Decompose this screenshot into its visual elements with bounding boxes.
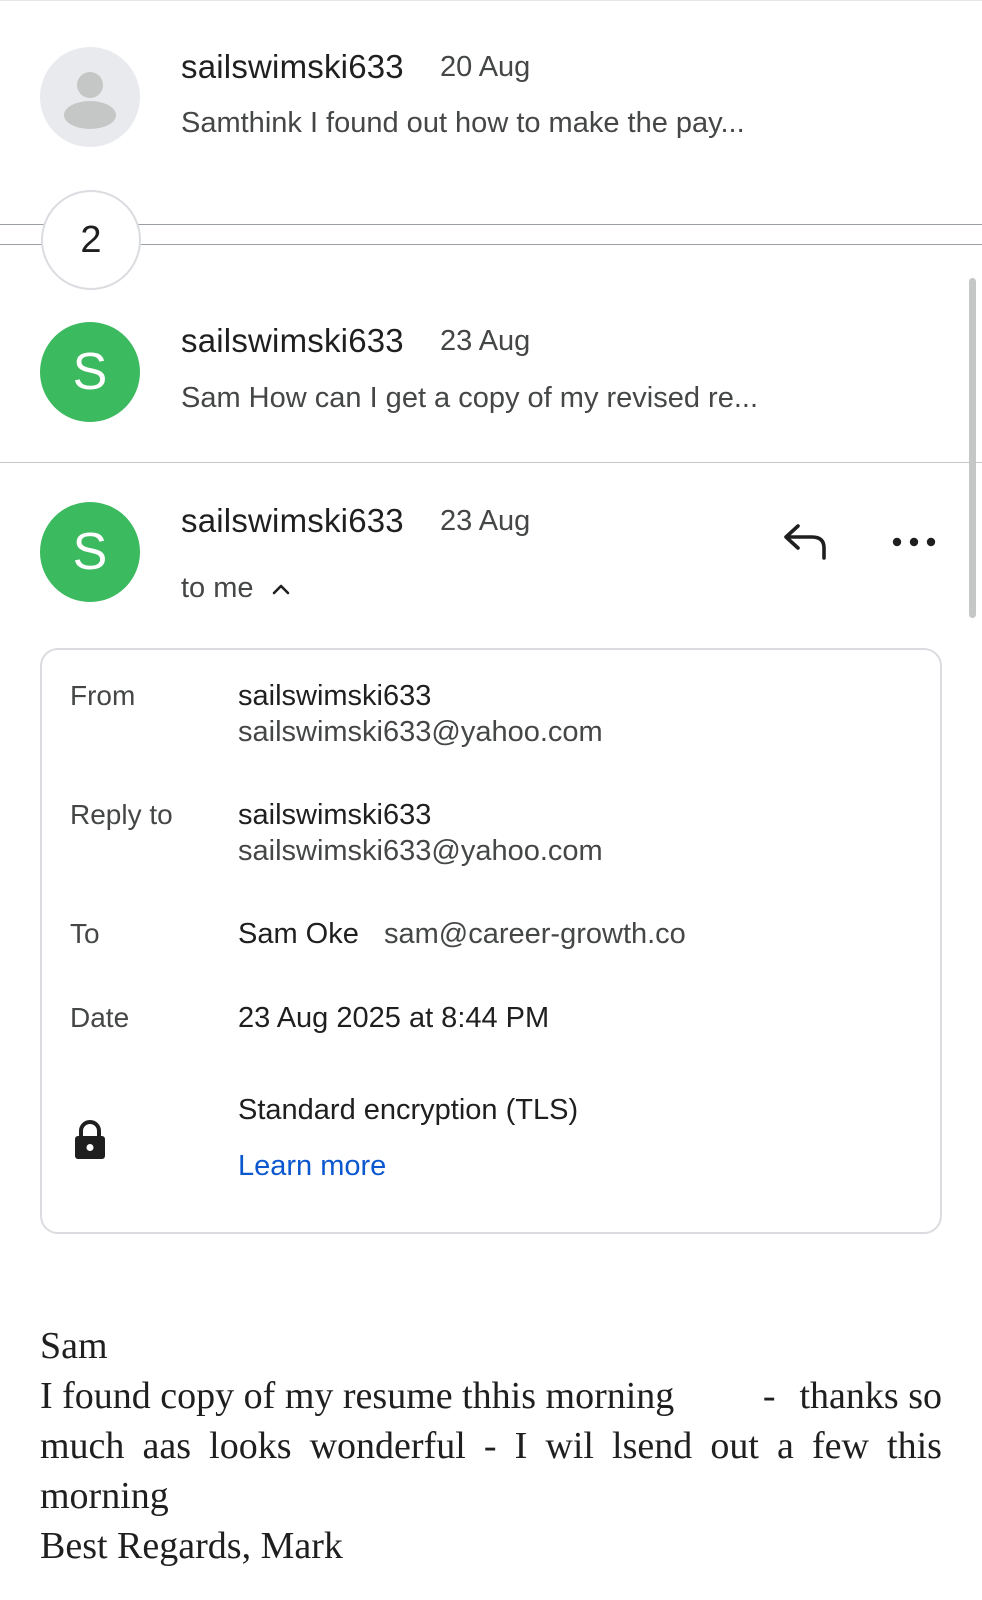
- more-horizontal-icon: [892, 537, 936, 547]
- open-message-header: S sailswimski633 23 Aug: [0, 462, 982, 622]
- body-line: much aas looks wonderful - I wil lsend o…: [40, 1425, 942, 1467]
- avatar: [40, 47, 140, 147]
- to-name: Sam Oke: [238, 918, 359, 950]
- message-snippet: Samthink I found out how to make the pay…: [181, 107, 745, 139]
- lock-icon: [75, 1120, 105, 1159]
- from-email: sailswimski633@yahoo.com: [238, 716, 603, 748]
- from-name: sailswimski633: [238, 680, 432, 712]
- message-body: Sam I found copy of my resume thhis morn…: [40, 1321, 942, 1571]
- message-date: 23 Aug: [440, 505, 531, 537]
- sender-name: sailswimski633: [181, 48, 404, 85]
- reply-to-name: sailswimski633: [238, 799, 432, 831]
- to-label: To: [70, 918, 100, 949]
- reply-button[interactable]: [778, 516, 834, 568]
- avatar: S: [40, 322, 140, 422]
- avatar-letter: S: [72, 523, 108, 581]
- avatar-letter: S: [72, 343, 108, 401]
- message-date: 23 Aug: [440, 325, 531, 357]
- from-label: From: [70, 680, 136, 711]
- body-signoff: Best Regards, Mark: [40, 1525, 343, 1567]
- chevron-up-icon: [272, 584, 289, 594]
- learn-more-link[interactable]: Learn more: [238, 1150, 386, 1183]
- body-greeting: Sam: [40, 1325, 108, 1367]
- recipient-summary-toggle[interactable]: to me: [181, 572, 290, 605]
- message-details-card: From sailswimski633 sailswimski633@yahoo…: [40, 648, 942, 1234]
- message-date: 20 Aug: [440, 51, 531, 83]
- to-email: sam@career-growth.co: [384, 918, 686, 950]
- reply-to-label: Reply to: [70, 799, 173, 830]
- reply-arrow-icon: [784, 524, 826, 560]
- sender-name: sailswimski633: [181, 322, 404, 359]
- date-value: 23 Aug 2025 at 8:44 PM: [238, 1002, 550, 1034]
- recipient-summary: to me: [181, 572, 254, 604]
- collapsed-count: 2: [80, 218, 102, 261]
- message-snippet: Sam How can I get a copy of my revised r…: [181, 382, 759, 414]
- collapsed-count-badge[interactable]: 2: [41, 190, 141, 290]
- avatar: S: [40, 502, 140, 602]
- person-icon: [64, 72, 116, 129]
- encryption-status: Standard encryption (TLS): [238, 1094, 579, 1126]
- body-line: I found copy of my resume thhis morning …: [40, 1375, 942, 1417]
- sender-name: sailswimski633: [181, 502, 404, 539]
- date-label: Date: [70, 1002, 130, 1033]
- scrollbar[interactable]: [969, 278, 976, 618]
- body-line: morning: [40, 1475, 169, 1517]
- thread-message-collapsed[interactable]: S sailswimski633 23 Aug Sam How can I ge…: [0, 290, 982, 460]
- thread-message-collapsed[interactable]: sailswimski633 20 Aug Samthink I found o…: [0, 0, 982, 180]
- more-options-button[interactable]: [886, 516, 942, 568]
- reply-to-email: sailswimski633@yahoo.com: [238, 835, 603, 867]
